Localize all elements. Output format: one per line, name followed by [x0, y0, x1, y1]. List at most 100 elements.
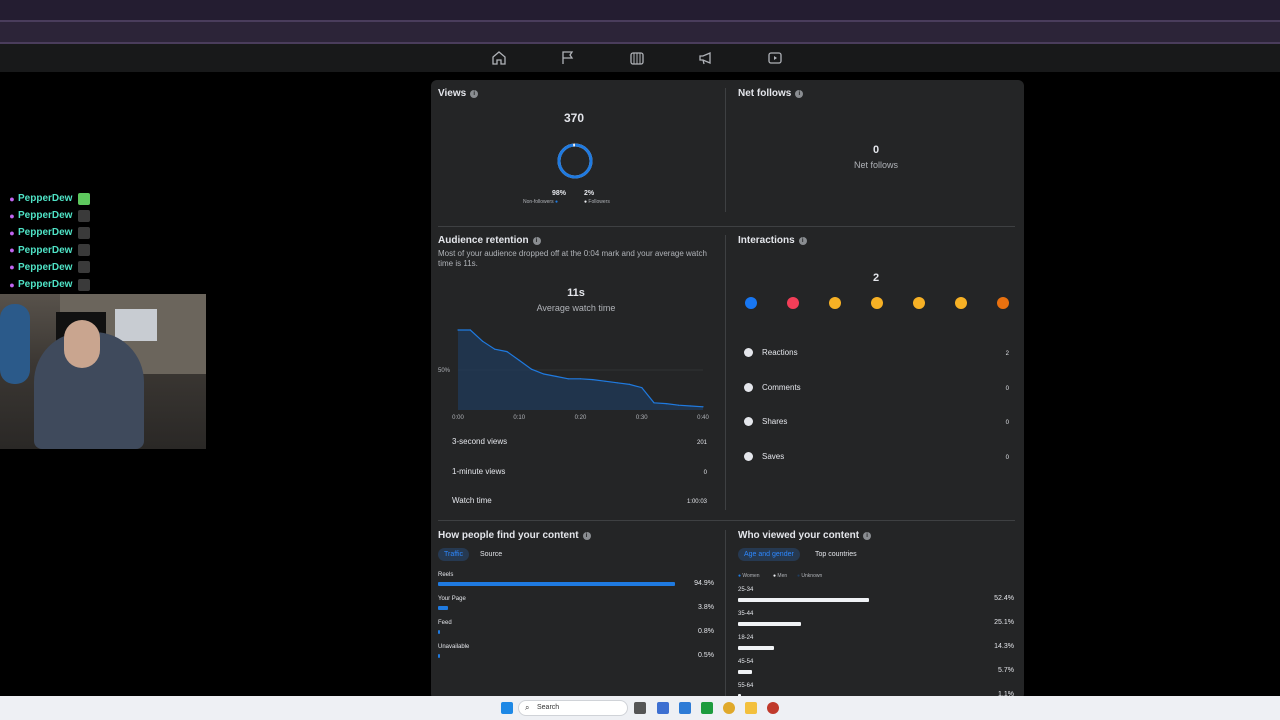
retention-point [543, 373, 545, 375]
chat-message: ● PepperDew [0, 207, 200, 224]
interaction-row-value: 0 [1005, 385, 1009, 392]
home-icon[interactable] [491, 50, 507, 66]
traffic-value: 3.8% [698, 604, 714, 611]
legend-item: ● Unknown [797, 573, 823, 579]
tab-traffic[interactable]: Traffic [438, 548, 470, 561]
legend-item: ● Women [738, 573, 760, 579]
angry-reaction-icon [997, 297, 1009, 309]
retention-point [641, 387, 643, 389]
chat-username: PepperDew [18, 210, 73, 222]
chrome-icon[interactable] [723, 702, 735, 714]
info-icon[interactable]: i [582, 531, 591, 540]
donut-nonfollowers-arc [557, 143, 593, 179]
traffic-label: Feed [438, 620, 452, 626]
chat-emote-icon [78, 209, 91, 222]
megaphone-icon[interactable] [698, 50, 714, 66]
age-label: 35-44 [738, 611, 754, 617]
x-tick-label: 0:10 [513, 415, 525, 421]
flag-icon[interactable] [560, 50, 576, 66]
retention-description: Most of your audience dropped off at the… [438, 249, 707, 268]
start-icon[interactable] [501, 702, 513, 714]
info-icon[interactable]: i [798, 236, 807, 245]
info-icon[interactable]: i [795, 89, 804, 98]
interaction-row-label: Shares [762, 417, 788, 426]
divider [725, 530, 726, 700]
traffic-label: Your Page [438, 596, 466, 602]
chat-message: ● PepperDew [0, 242, 200, 259]
retention-point [567, 378, 569, 380]
comment-icon [744, 382, 753, 392]
retention-point [518, 359, 520, 361]
xbox-icon[interactable] [701, 702, 713, 714]
chat-emote-icon [78, 192, 91, 205]
y-tick-label: 50% [438, 368, 451, 374]
followers-legend: ● Followers [584, 199, 610, 205]
retention-point [579, 378, 582, 380]
care-reaction-icon [829, 297, 841, 309]
app-icon[interactable] [767, 702, 779, 714]
interaction-row-value: 0 [1005, 420, 1009, 426]
legend-item: ● Men [773, 573, 788, 579]
file-explorer-icon[interactable] [745, 702, 757, 714]
views-section-title: Views i [438, 88, 479, 99]
chat-emote-icon [78, 261, 91, 274]
mic-badge-icon: ● [9, 262, 15, 273]
traffic-value: 0.8% [698, 628, 714, 635]
info-icon[interactable]: i [863, 531, 872, 540]
traffic-label: Unavailable [438, 644, 470, 650]
retention-point [481, 340, 484, 342]
insights-panel: Views i 370 98% 2% Non-followers ● ● Foll… [431, 80, 1024, 700]
retention-point [469, 329, 471, 331]
widgets-icon[interactable] [657, 702, 669, 714]
x-tick-label: 0:40 [697, 415, 709, 421]
tab-top-countries[interactable]: Top countries [809, 548, 863, 561]
tab-source[interactable]: Source [474, 548, 508, 561]
marketplace-icon[interactable] [629, 50, 645, 66]
who-viewed-title: Who viewed your content i [738, 530, 872, 541]
store-icon[interactable] [679, 702, 691, 714]
microphone [0, 304, 30, 384]
net-follows-section-title: Net follows i [738, 88, 804, 99]
chat-emote-icon [78, 244, 91, 257]
like-reaction-icon [745, 297, 757, 309]
webcam-background-window [115, 309, 157, 341]
divider [725, 88, 726, 212]
retention-row-value: 1:00:03 [686, 499, 707, 505]
traffic-bar [438, 606, 448, 610]
retention-point [530, 368, 533, 370]
traffic-label: Reels [438, 572, 454, 578]
video-icon[interactable] [767, 50, 783, 66]
chat-message: ● PepperDew [0, 224, 200, 241]
info-icon[interactable]: i [470, 89, 479, 98]
chat-username: PepperDew [18, 279, 73, 291]
retention-point [628, 383, 631, 385]
retention-point [690, 405, 692, 407]
task-view-icon[interactable] [634, 702, 646, 714]
retention-row-label: 3-second views [452, 437, 508, 446]
info-icon[interactable]: i [532, 236, 541, 245]
windows-taskbar: ⌕ Search [0, 696, 1280, 720]
retention-point [665, 403, 667, 405]
retention-row-value: 201 [696, 440, 707, 446]
age-label: 18-24 [738, 635, 754, 641]
age-bar [738, 598, 869, 602]
retention-chart: 50% 0:00 0:10 0:20 0:30 0:40 [438, 329, 709, 421]
chat-username: PepperDew [18, 261, 73, 273]
divider [438, 226, 1015, 227]
interaction-row-value: 2 [1005, 351, 1009, 357]
bookmark-icon [744, 451, 753, 461]
chat-emote-icon [78, 226, 91, 239]
mic-badge-icon: ● [9, 245, 15, 256]
tab-age-gender[interactable]: Age and gender [738, 548, 800, 561]
chat-username: PepperDew [18, 227, 73, 239]
wow-reaction-icon [913, 297, 925, 309]
age-label: 45-54 [738, 659, 754, 665]
taskbar-search[interactable]: ⌕ Search [518, 700, 628, 716]
retention-point [702, 406, 704, 408]
retention-point [555, 375, 557, 377]
streamer-head [64, 320, 100, 368]
share-icon [744, 417, 753, 426]
nonfollowers-legend: Non-followers ● [523, 199, 558, 205]
retention-point [604, 380, 606, 382]
retention-point [677, 404, 680, 406]
